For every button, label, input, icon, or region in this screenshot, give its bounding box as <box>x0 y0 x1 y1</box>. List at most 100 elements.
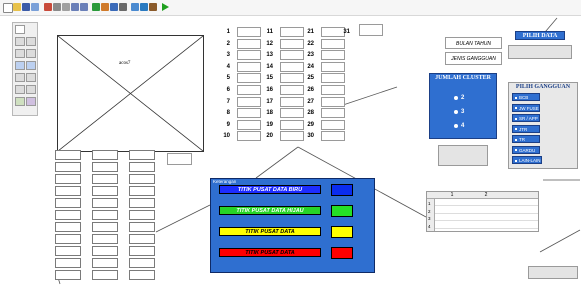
gangguan-option[interactable]: LAIN-LAIN <box>512 156 542 164</box>
number-label: 13 <box>266 52 273 59</box>
number-input[interactable] <box>237 119 261 130</box>
grid-textbox[interactable] <box>92 186 118 196</box>
image-placeholder[interactable]: acos7 <box>57 35 204 152</box>
number-input[interactable] <box>237 38 261 49</box>
number-input[interactable] <box>237 61 261 72</box>
number-input[interactable] <box>237 73 261 84</box>
grid-textbox[interactable] <box>129 150 155 160</box>
grid-textbox[interactable] <box>129 246 155 256</box>
grid-textbox[interactable] <box>55 162 81 172</box>
grid-textbox[interactable] <box>55 210 81 220</box>
number-input[interactable] <box>237 131 261 142</box>
proses-button[interactable] <box>438 145 488 166</box>
number-label: 19 <box>266 121 273 128</box>
gangguan-option[interactable]: GARDU <box>512 145 540 154</box>
grid-textbox[interactable] <box>92 246 118 256</box>
grid-textbox[interactable] <box>129 186 155 196</box>
grid-textbox[interactable] <box>55 150 81 160</box>
bulan-tahun-field[interactable]: BULAN TAHUN <box>445 37 502 49</box>
grid-textbox[interactable] <box>55 258 81 268</box>
number-input[interactable] <box>280 61 304 72</box>
number-input[interactable] <box>359 24 383 36</box>
gangguan-option[interactable]: TR <box>512 135 540 143</box>
grid-textbox[interactable] <box>55 234 81 244</box>
table-row[interactable] <box>435 214 538 221</box>
grid-textbox[interactable] <box>129 210 155 220</box>
number-label: 11 <box>266 29 273 35</box>
gangguan-option[interactable]: BCB <box>512 93 540 101</box>
number-input[interactable] <box>237 27 261 37</box>
grid-textbox[interactable] <box>129 198 155 208</box>
legend-label: TITIK PUSAT DATA BIRU <box>219 185 321 194</box>
grid-textbox[interactable] <box>92 234 118 244</box>
number-label: 24 <box>307 63 314 70</box>
grid-textbox[interactable] <box>55 246 81 256</box>
pilih-data-button[interactable] <box>508 45 572 59</box>
grid-textbox[interactable] <box>129 258 155 268</box>
legend-color-swatch <box>331 247 353 259</box>
radio-option-icon[interactable] <box>454 110 458 114</box>
number-input[interactable] <box>321 38 345 49</box>
jenis-gangguan-field[interactable]: JENIS GANGGUAN <box>445 52 502 65</box>
legend-label: TITIK PUSAT DATA <box>219 227 321 236</box>
grid-textbox[interactable] <box>92 222 118 232</box>
jumlah-cluster-panel: JUMLAH CLUSTER 2 3 4 <box>429 73 497 139</box>
grid-textbox[interactable] <box>55 186 81 196</box>
grid-textbox[interactable] <box>92 258 118 268</box>
number-input[interactable] <box>321 131 345 142</box>
pilih-data-header: PILIH DATA <box>515 31 565 40</box>
number-input[interactable] <box>280 27 304 37</box>
grid-textbox[interactable] <box>129 270 155 280</box>
number-input[interactable] <box>321 85 345 95</box>
grid-textbox[interactable] <box>129 162 155 172</box>
table-row[interactable] <box>435 222 538 229</box>
grid-textbox[interactable] <box>55 270 81 280</box>
number-input[interactable] <box>321 119 345 130</box>
number-input[interactable] <box>280 73 304 84</box>
tampil-button[interactable] <box>528 266 578 279</box>
grid-textbox[interactable] <box>92 150 118 160</box>
grid-textbox[interactable] <box>129 222 155 232</box>
number-input[interactable] <box>280 50 304 61</box>
grid-textbox[interactable] <box>92 270 118 280</box>
number-input[interactable] <box>280 119 304 130</box>
number-input[interactable] <box>280 131 304 142</box>
gangguan-option[interactable]: JTR <box>512 124 540 133</box>
radio-option-icon[interactable] <box>454 96 458 100</box>
number-input[interactable] <box>237 96 261 107</box>
number-input[interactable] <box>280 108 304 119</box>
number-input[interactable] <box>321 108 345 119</box>
number-input[interactable] <box>237 108 261 119</box>
grid-textbox[interactable] <box>55 198 81 208</box>
grid-textbox[interactable] <box>92 174 118 184</box>
number-input[interactable] <box>321 96 345 107</box>
number-input[interactable] <box>321 61 345 72</box>
radio-option-icon[interactable] <box>454 124 458 128</box>
grid-textbox[interactable] <box>92 198 118 208</box>
number-input[interactable] <box>237 85 261 95</box>
number-input[interactable] <box>280 85 304 95</box>
grid-textbox[interactable] <box>92 210 118 220</box>
number-label: 26 <box>307 87 314 93</box>
grid-textbox[interactable] <box>55 222 81 232</box>
number-label: 18 <box>266 110 273 117</box>
table-row-header: 1 <box>428 201 431 206</box>
grid-textbox[interactable] <box>129 174 155 184</box>
table-row[interactable] <box>435 207 538 214</box>
grid-textbox[interactable] <box>129 234 155 244</box>
number-input[interactable] <box>321 73 345 84</box>
data-table[interactable]: 1 2 1 2 3 4 <box>426 191 539 232</box>
extra-textbox[interactable] <box>167 153 192 165</box>
gangguan-option[interactable]: SR / APP <box>512 114 540 122</box>
table-row[interactable] <box>435 199 538 206</box>
number-input[interactable] <box>321 50 345 61</box>
number-input[interactable] <box>237 50 261 61</box>
number-input[interactable] <box>280 38 304 49</box>
grid-textbox[interactable] <box>55 174 81 184</box>
number-label: 27 <box>307 98 314 105</box>
grid-textbox[interactable] <box>92 162 118 172</box>
number-label: 22 <box>307 40 314 47</box>
gangguan-option[interactable]: JW FUSE <box>512 103 540 112</box>
legend-label: TITIK PUSAT DATA <box>219 248 321 257</box>
number-input[interactable] <box>280 96 304 107</box>
